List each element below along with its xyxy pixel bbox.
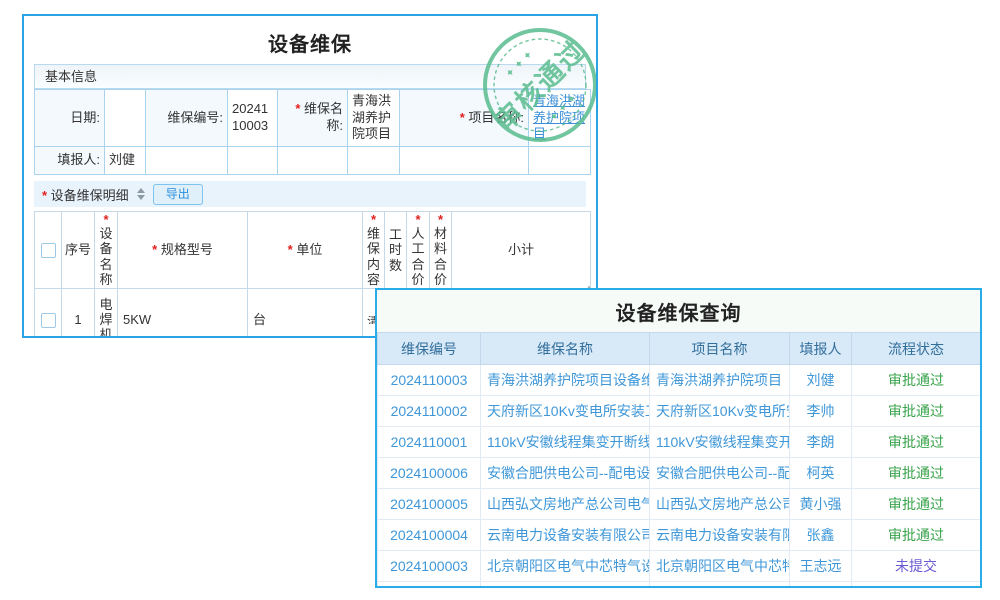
status-cell: 审批通过 [852, 520, 981, 551]
detail-col-9: 小计 [452, 212, 591, 289]
reporter-cell: 李朗 [790, 427, 852, 458]
project-name-cell: 北京朝阳区电气中芯特气设备 [650, 582, 790, 589]
detail-col-2: *设备名称 [95, 212, 118, 289]
query-title: 设备维保查询 [377, 290, 980, 332]
query-table-header: 维保编号 维保名称 项目名称 填报人 流程状态 [378, 333, 981, 365]
maintenance-name-cell: 天府新区10Kv变电所安装工程 [481, 396, 650, 427]
detail-col-4: 单位 [248, 212, 363, 289]
query-table: 维保编号 维保名称 项目名称 填报人 流程状态 2024110003 青海洪湖养… [377, 332, 981, 588]
row-select-cell [35, 289, 62, 338]
col-maintenance-name: 维保名称 [481, 333, 650, 365]
status-cell: 审批通过 [852, 365, 981, 396]
project-name-cell: 青海洪湖养护院项目 [650, 365, 790, 396]
maintenance-query-panel: 设备维保查询 维保编号 维保名称 项目名称 填报人 流程状态 202411000… [375, 288, 982, 588]
maintenance-name-cell: 云南电力设备安装有限公司 [481, 520, 650, 551]
reporter-cell: 刘健 [790, 582, 852, 589]
export-button[interactable]: 导出 [153, 184, 203, 205]
maintenance-name-cell: 青海洪湖养护院项目设备维保 [481, 365, 650, 396]
select-all-checkbox[interactable] [41, 243, 56, 258]
status-cell: 审批通过 [852, 458, 981, 489]
device-name-cell: 电焊机 [95, 289, 118, 338]
maintenance-name-cell: 北京朝阳区电气中芯特气设备 [481, 582, 650, 589]
date-field[interactable] [105, 90, 146, 147]
maintenance-code-cell[interactable]: 2024100006 [378, 458, 481, 489]
col-maintenance-code: 维保编号 [378, 333, 481, 365]
status-cell: 未提交 [852, 551, 981, 582]
maintenance-name-label: 维保名称: [278, 90, 348, 147]
reporter-field: 刘健 [105, 147, 146, 175]
maintenance-name-field[interactable]: 青海洪湖养护院项目 [348, 90, 400, 147]
maintenance-code-cell[interactable]: 2024100004 [378, 520, 481, 551]
query-table-row[interactable]: 2024100005 山西弘文房地产总公司电气设备 山西弘文房地产总公司电气设备… [378, 489, 981, 520]
approved-stamp: 审核通过 ✦ ✦ ✦ ✦ ✦ ✦ [480, 25, 598, 145]
sort-toggle-icon[interactable] [137, 188, 145, 200]
maintenance-code-cell[interactable]: 2024100003 [378, 551, 481, 582]
query-table-row[interactable]: 2024110002 天府新区10Kv变电所安装工程 天府新区10Kv变电所安装… [378, 396, 981, 427]
query-table-row[interactable]: 2024100002 北京朝阳区电气中芯特气设备 北京朝阳区电气中芯特气设备 刘… [378, 582, 981, 589]
reporter-label: 填报人: [35, 147, 105, 175]
detail-col-1: 序号 [62, 212, 95, 289]
detail-col-3: 规格型号 [118, 212, 248, 289]
reporter-cell: 柯英 [790, 458, 852, 489]
col-status: 流程状态 [852, 333, 981, 365]
project-name-cell: 天府新区10Kv变电所安装工程 [650, 396, 790, 427]
maintenance-code-label: 维保编号: [146, 90, 228, 147]
stamp-text: 审核通过 [488, 33, 592, 137]
maintenance-name-cell: 安徽合肥供电公司--配电设备 [481, 458, 650, 489]
reporter-cell: 黄小强 [790, 489, 852, 520]
query-table-row[interactable]: 2024110001 110kV安徽线程集变开断线工程 110kV安徽线程集变开… [378, 427, 981, 458]
query-table-row[interactable]: 2024100006 安徽合肥供电公司--配电设备 安徽合肥供电公司--配电设备… [378, 458, 981, 489]
project-name-cell: 安徽合肥供电公司--配电设备 [650, 458, 790, 489]
maintenance-code-cell[interactable]: 2024100002 [378, 582, 481, 589]
project-name-cell: 云南电力设备安装有限公司 [650, 520, 790, 551]
row-checkbox[interactable] [41, 313, 56, 328]
date-label: 日期: [35, 90, 105, 147]
status-cell: 审批通过 [852, 489, 981, 520]
project-name-cell: 110kV安徽线程集变开断线工程 [650, 427, 790, 458]
maintenance-code-cell[interactable]: 2024110002 [378, 396, 481, 427]
stamp-stars-bottom: ✦ ✦ ✦ [547, 92, 579, 124]
project-name-cell: 北京朝阳区电气中芯特气设备 [650, 551, 790, 582]
row-index: 1 [62, 289, 95, 338]
detail-section-toolbar: 设备维保明细 导出 [34, 181, 586, 207]
query-table-row[interactable]: 2024100004 云南电力设备安装有限公司 云南电力设备安装有限公司 张鑫 … [378, 520, 981, 551]
reporter-cell: 李帅 [790, 396, 852, 427]
query-table-row[interactable]: 2024100003 北京朝阳区电气中芯特气设备 北京朝阳区电气中芯特气设备 王… [378, 551, 981, 582]
col-project-name: 项目名称 [650, 333, 790, 365]
maintenance-code-cell[interactable]: 2024110001 [378, 427, 481, 458]
detail-col-5: *维保内容 [363, 212, 385, 289]
reporter-cell: 张鑫 [790, 520, 852, 551]
detail-col-6: 工时数 [385, 212, 407, 289]
reporter-cell: 王志远 [790, 551, 852, 582]
maintenance-name-cell: 北京朝阳区电气中芯特气设备 [481, 551, 650, 582]
maintenance-name-cell: 110kV安徽线程集变开断线工程 [481, 427, 650, 458]
detail-col-7: *人工合价 [407, 212, 430, 289]
detail-col-8: *材料合价 [430, 212, 452, 289]
select-all-cell [35, 212, 62, 289]
maintenance-name-cell: 山西弘文房地产总公司电气设备 [481, 489, 650, 520]
status-cell: 审批通过 [852, 396, 981, 427]
detail-section-label: 设备维保明细 [42, 185, 129, 204]
model-cell[interactable]: 5KW [118, 289, 248, 338]
maintenance-code-cell[interactable]: 2024100005 [378, 489, 481, 520]
maintenance-code-cell[interactable]: 2024110003 [378, 365, 481, 396]
query-table-row[interactable]: 2024110003 青海洪湖养护院项目设备维保 青海洪湖养护院项目 刘健 审批… [378, 365, 981, 396]
reporter-cell: 刘健 [790, 365, 852, 396]
maintenance-code-field: 2024110003 [228, 90, 278, 147]
project-name-cell: 山西弘文房地产总公司电气设备 [650, 489, 790, 520]
status-cell: 审批通过 [852, 582, 981, 589]
col-reporter: 填报人 [790, 333, 852, 365]
unit-cell[interactable]: 台 [248, 289, 363, 338]
status-cell: 审批通过 [852, 427, 981, 458]
